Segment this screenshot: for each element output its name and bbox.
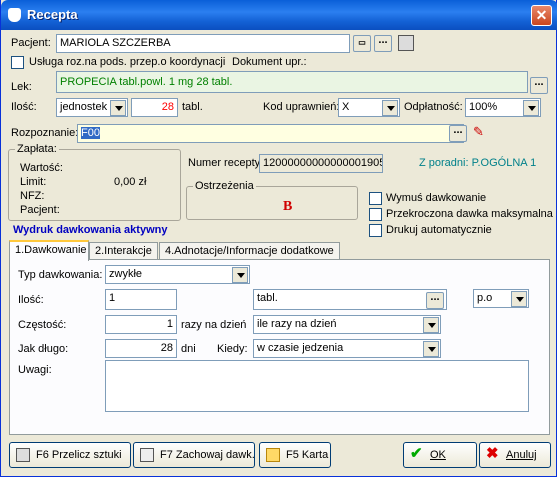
limit-label: Limit: [20,176,47,188]
drug-label: Lek: [11,81,32,93]
when-select[interactable]: w czasie jedzenia [253,339,441,358]
chevron-down-icon [523,100,539,116]
duration-field[interactable]: 28 [105,339,177,358]
service-checkbox[interactable] [11,56,24,69]
auto-print-checkbox[interactable] [369,224,382,237]
max-dose-checkbox[interactable] [369,208,382,221]
notes-label: Uwagi: [18,364,52,376]
patient-field[interactable]: MARIOLA SZCZERBA [56,34,350,53]
chevron-down-icon [382,100,398,116]
frequency-label: Częstość: [18,319,67,331]
frequency-mode-select[interactable]: ile razy na dzień [253,315,441,334]
payment-label: Odpłatność: [404,101,463,113]
warnings-value: B [283,199,293,214]
cross-icon: ✖ [486,445,499,462]
diagnosis-label: Rozpoznanie: [11,127,79,139]
duration-label: Jak długo: [18,343,69,355]
save-dosage-button[interactable]: F7 Zachowaj dawk. [133,442,255,468]
chevron-down-icon [511,291,527,307]
max-dose-label: Przekroczona dawka maksymalna [386,208,553,220]
frequency-suffix: razy na dzień [181,319,247,331]
dose-qty-label: Ilość: [18,294,44,306]
patient-label: Pacjent: [11,37,51,49]
ok-button[interactable]: ✔ OK [403,442,477,468]
dosage-type-select[interactable]: zwykłe [105,265,250,284]
quantity-suffix: tabl. [182,101,203,113]
chevron-down-icon [110,100,126,116]
chevron-down-icon [423,317,439,333]
warnings-group: Ostrzeżenia [186,180,358,220]
recalc-button[interactable]: F6 Przelicz sztuki [9,442,131,468]
quantity-field[interactable]: 28 [131,98,178,117]
prescription-window: Recepta ✕ Pacjent: MARIOLA SZCZERBA ▭ ..… [0,0,557,477]
value-label: Wartość: [20,162,63,174]
document-label: Dokument upr.: [232,56,307,68]
dosage-type-value: zwykłe [109,268,143,280]
entitlement-select[interactable]: X [338,98,400,117]
card-label: F5 Karta [286,448,329,461]
dose-form-field[interactable]: tabl. [253,289,447,310]
frequency-mode-value: ile razy na dzień [257,318,337,330]
payments-title: Zapłata: [15,143,59,155]
limit-value: 0,00 zł [114,176,147,188]
entitlement-label: Kod uprawnień: [263,101,340,113]
dose-form-more-button[interactable]: ... [426,292,444,309]
frequency-field[interactable]: 1 [105,315,177,334]
tab-dosage[interactable]: 1.Dawkowanie [9,240,89,261]
app-icon [8,8,21,22]
prescription-number-label: Numer recepty: [188,157,264,169]
when-value: w czasie jedzenia [257,342,344,354]
print-status: Wydruk dawkowania aktywny [13,224,168,236]
drug-more-button[interactable]: ... [530,77,548,94]
force-dosage-label: Wymuś dawkowanie [386,192,487,204]
quantity-unit-value: jednostek [60,101,108,113]
save-dosage-label: F7 Zachowaj dawk. [160,448,255,461]
cancel-label: Anuluj [506,448,537,461]
force-dosage-checkbox[interactable] [369,192,382,205]
quantity-unit-select[interactable]: jednostek [56,98,128,117]
duration-suffix: dni [181,343,196,355]
card-button[interactable]: F5 Karta [259,442,331,468]
when-label: Kiedy: [217,343,248,355]
chevron-down-icon [423,341,439,357]
route-select[interactable]: p.o [473,289,529,308]
prescription-number-field: 12000000000000001905 [259,154,383,173]
card-icon [266,448,280,462]
dose-qty-field[interactable]: 1 [105,289,177,310]
auto-print-label: Drukuj automatycznie [386,224,492,236]
patient-card-icon[interactable]: ▭ [353,35,371,52]
service-label: Usługa roz.na pods. przep.o koordynacji [29,56,226,68]
notes-field[interactable] [105,360,529,412]
ok-label: OK [430,448,446,461]
diagnosis-field[interactable]: F00 [77,124,464,143]
check-icon: ✔ [410,445,423,462]
diagnosis-more-button[interactable]: ... [449,125,467,142]
payment-select[interactable]: 100% [465,98,541,117]
cancel-button[interactable]: ✖ Anuluj [479,442,551,468]
close-button[interactable]: ✕ [531,5,552,26]
entitlement-value: X [342,101,350,113]
title-bar: Recepta ✕ [1,0,557,30]
drug-field[interactable]: PROPECIA tabl.powl. 1 mg 28 tabl. [56,71,528,93]
nfz-label: NFZ: [20,190,45,202]
quantity-label: Ilość: [11,101,37,113]
warnings-title: Ostrzeżenia [193,180,256,192]
copy-icon[interactable] [398,35,414,51]
diagnosis-value: F00 [81,127,100,139]
save-icon [140,448,154,462]
patient-more-button[interactable]: ... [374,35,392,52]
chevron-down-icon [232,267,248,283]
eraser-icon[interactable]: ✎ [473,124,490,139]
calculator-icon [16,448,30,462]
dosage-type-label: Typ dawkowania: [18,269,103,281]
window-title: Recepta [27,7,78,22]
recalc-label: F6 Przelicz sztuki [36,448,122,461]
payment-value: 100% [469,101,498,113]
clinic-label: Z poradni: P.OGÓLNA 1 [419,157,537,169]
route-value: p.o [477,292,493,304]
patient-pay-label: Pacjent: [20,204,60,216]
